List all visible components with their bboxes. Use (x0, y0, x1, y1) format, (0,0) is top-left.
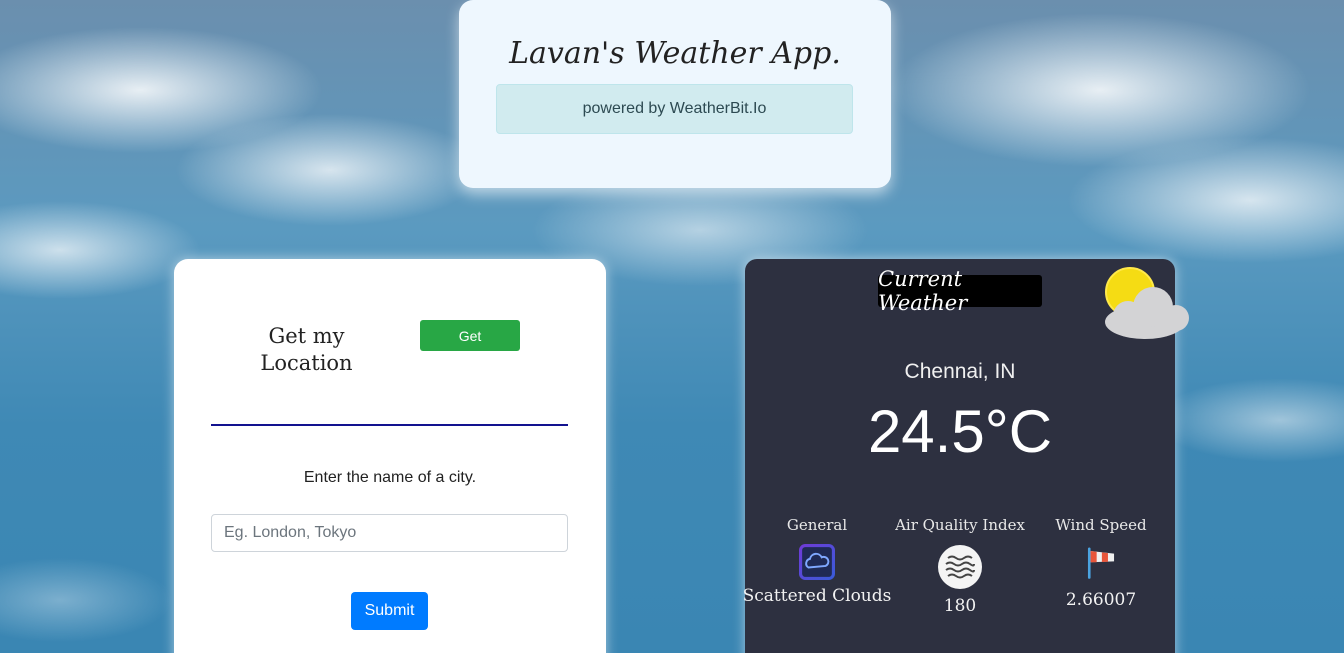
sun-behind-cloud-icon (1105, 267, 1189, 339)
stat-air-quality-value: 180 (943, 596, 977, 616)
weather-card: Current Weather Chennai, IN 24.5°C Gener… (742, 259, 1189, 653)
temperature-value: 24.5°C (867, 398, 1053, 465)
stat-general: General Scattered Clouds (742, 516, 892, 606)
stat-wind-speed-value: 2.66007 (1065, 590, 1137, 610)
city-prompt-label: Enter the name of a city. (303, 469, 477, 486)
city-name: Chennai, IN (904, 360, 1016, 383)
app-title: Lavan's Weather App. (509, 36, 841, 71)
windsock-icon (1087, 547, 1115, 579)
stat-air-quality-label: Air Quality Index (895, 516, 1025, 534)
section-divider (211, 424, 568, 426)
city-search-input[interactable] (211, 514, 568, 552)
stat-general-label: General (786, 516, 848, 534)
haze-icon (938, 545, 982, 589)
header-card: Lavan's Weather App. powered by WeatherB… (459, 0, 891, 188)
submit-button[interactable]: Submit (351, 592, 428, 630)
stat-wind-speed: Wind Speed 2.66007 (1026, 516, 1176, 610)
location-card: Get my Location Get Enter the name of a … (174, 259, 606, 653)
stat-general-value: Scattered Clouds (742, 586, 892, 606)
cloud-app-icon (799, 544, 835, 580)
powered-by-text: powered by WeatherBit.Io (582, 100, 767, 117)
stat-wind-speed-label: Wind Speed (1055, 516, 1147, 534)
stat-air-quality: Air Quality Index 180 (885, 516, 1035, 616)
powered-by-banner: powered by WeatherBit.Io (496, 84, 853, 134)
get-location-button[interactable]: Get (420, 320, 520, 351)
current-weather-title: Current Weather (878, 267, 1042, 315)
get-location-heading: Get my Location (260, 324, 353, 375)
